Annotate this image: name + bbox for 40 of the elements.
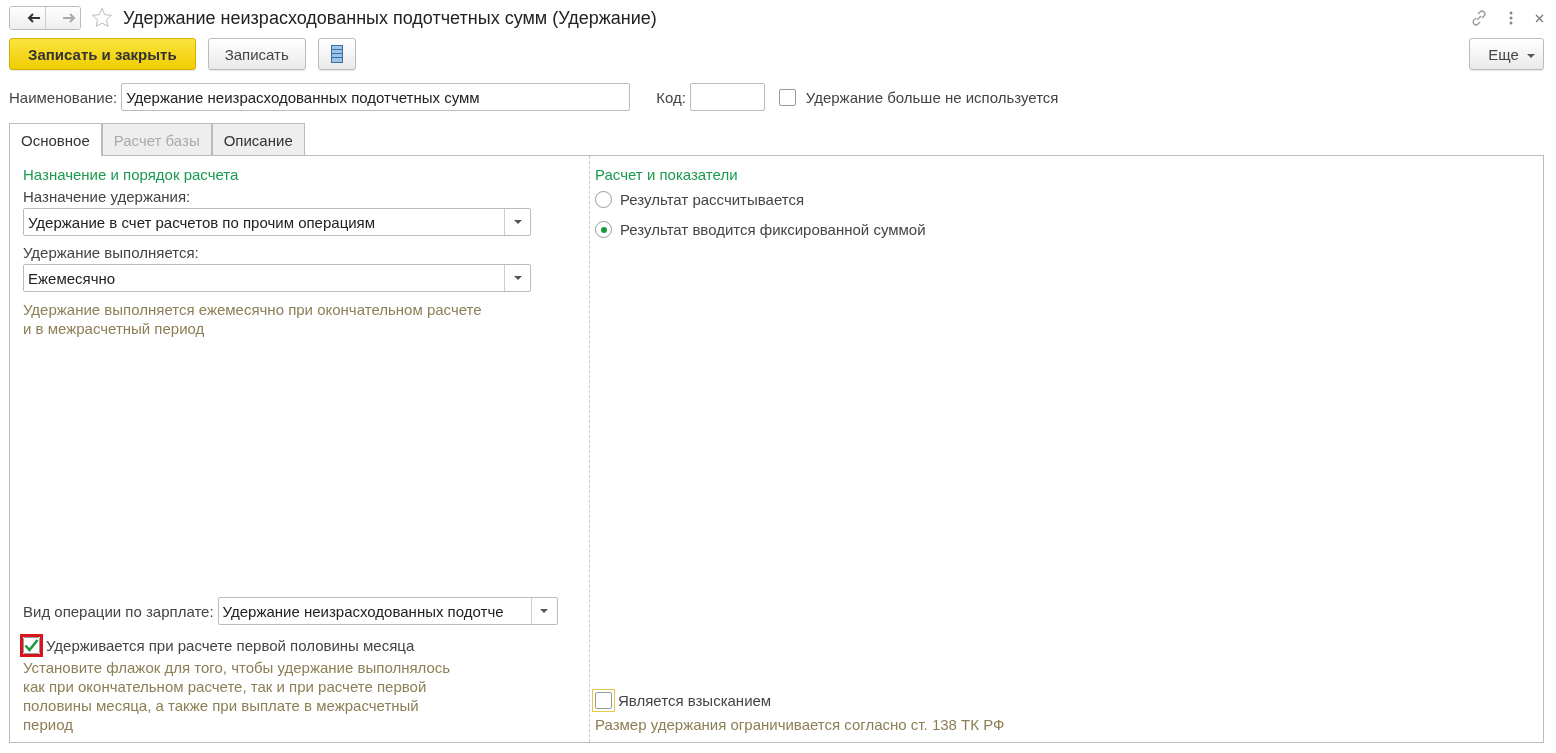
toolbar-button[interactable]: Записать и закрыть [9, 38, 196, 70]
checkbox-label: Удерживается при расчете первой половины месяца [46, 637, 415, 654]
more-menu-icon[interactable] [1509, 11, 1513, 25]
radio-label: Результат вводится фиксированной суммой [620, 221, 926, 238]
hint-text: Удержание выполняется ежемесячно при окончательном расчете и в межрасчетный период [23, 300, 483, 338]
checkbox-label: Является взысканием [618, 692, 772, 709]
back-button[interactable] [10, 7, 45, 29]
back-arrow-icon [26, 13, 41, 23]
checkbox[interactable] [778, 88, 796, 106]
toolbar-button[interactable]: Записать [207, 38, 306, 70]
field-label: Вид операции по зарплате: [23, 602, 214, 620]
dropdown-field[interactable]: Ежемесячно [23, 264, 531, 292]
dropdown-caret-icon [540, 609, 549, 613]
dropdown-caret-icon [513, 276, 522, 280]
hint-text: Размер удержания ограничивается согласно ст. 138 ТК РФ [595, 715, 1006, 734]
forward-arrow-icon [62, 13, 76, 23]
section-title: Расчет и показатели [595, 166, 739, 183]
radio-label: Результат рассчитывается [620, 191, 805, 208]
tab[interactable]: Основное [9, 123, 102, 156]
hint-text: Установите флажок для того, чтобы удержание выполнялось как при окончательном расчете, так и при расчете первой половины месяца, а также при выплате в межрасчетный период [23, 658, 452, 734]
window-title: Удержание неизрасходованных подотчетных сумм (Удержание) [123, 7, 657, 29]
dropdown-field[interactable]: Удержание неизрасходованных подотче [217, 597, 558, 625]
checkbox-label: Удержание больше не используется [805, 88, 1059, 106]
list-icon [330, 45, 343, 63]
close-icon[interactable] [1535, 13, 1544, 23]
list-button[interactable] [317, 38, 356, 70]
tab[interactable]: Описание [211, 123, 305, 156]
field-label: Назначение удержания: [23, 188, 192, 205]
code-label: Код: [656, 88, 686, 106]
more-button[interactable]: Еще [1469, 38, 1544, 70]
name-label: Наименование: [9, 88, 118, 106]
link-icon[interactable] [1471, 10, 1487, 26]
code-field[interactable] [689, 83, 765, 111]
name-field[interactable]: Удержание неизрасходованных подотчетных сумм [121, 83, 631, 111]
section-title: Назначение и порядок расчета [23, 166, 240, 183]
dropdown-field[interactable]: Удержание в счет расчетов по прочим операциям [23, 208, 531, 236]
field-label: Удержание выполняется: [23, 244, 200, 261]
star-icon[interactable] [91, 7, 113, 29]
dropdown-caret-icon [1527, 53, 1535, 58]
dropdown-caret-icon [513, 220, 522, 224]
